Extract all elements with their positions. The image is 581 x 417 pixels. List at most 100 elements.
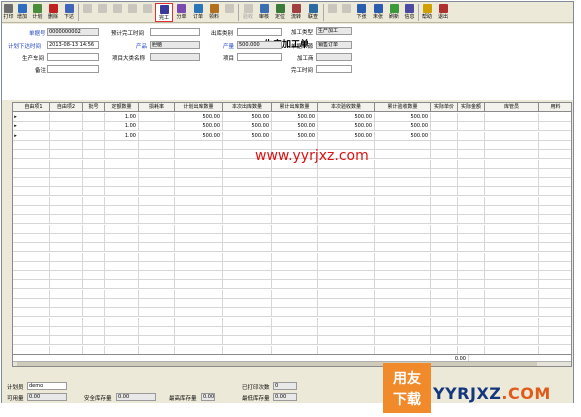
table-cell[interactable] (18, 271, 50, 281)
table-cell[interactable] (223, 308, 272, 318)
toolbar-inspect-button[interactable]: 验收 (240, 3, 256, 22)
table-cell[interactable] (318, 261, 375, 271)
table-cell[interactable] (139, 252, 175, 262)
table-cell[interactable] (139, 299, 175, 308)
table-cell[interactable] (50, 113, 83, 122)
table-cell[interactable] (539, 234, 571, 243)
table-cell[interactable] (139, 326, 175, 336)
table-cell[interactable] (223, 196, 272, 206)
table-cell[interactable] (431, 261, 458, 271)
table-cell[interactable] (223, 336, 272, 346)
table-cell[interactable] (485, 196, 539, 206)
table-cell[interactable] (485, 261, 539, 271)
table-cell[interactable] (105, 299, 139, 308)
toolbar-split-button[interactable]: 分单 (173, 3, 190, 22)
table-cell[interactable] (272, 206, 318, 215)
table-cell[interactable] (175, 224, 223, 234)
table-cell[interactable] (485, 271, 539, 281)
table-row[interactable] (13, 336, 571, 346)
product-field[interactable]: 胆脑 (150, 41, 200, 49)
toolbar-b9-button[interactable] (125, 3, 140, 22)
table-cell[interactable]: 500.00 (175, 122, 223, 132)
table-cell[interactable] (175, 196, 223, 206)
column-header[interactable]: 批号 (83, 103, 105, 112)
table-row[interactable] (13, 224, 571, 234)
table-cell[interactable] (485, 187, 539, 197)
table-cell[interactable] (318, 289, 375, 299)
workshop-field[interactable] (47, 53, 99, 61)
column-header[interactable]: 自由项1 (18, 103, 50, 112)
table-row[interactable] (13, 289, 571, 299)
horizontal-scrollbar[interactable] (13, 361, 571, 366)
table-cell[interactable] (223, 326, 272, 336)
table-cell[interactable] (375, 206, 431, 215)
table-cell[interactable] (83, 289, 105, 299)
table-cell[interactable] (139, 289, 175, 299)
table-cell[interactable] (539, 150, 571, 159)
table-cell[interactable] (50, 140, 83, 150)
table-cell[interactable] (175, 289, 223, 299)
table-row[interactable] (13, 271, 571, 281)
table-cell[interactable] (83, 336, 105, 346)
table-cell[interactable] (175, 326, 223, 336)
table-cell[interactable] (375, 196, 431, 206)
column-header[interactable]: 损耗率 (139, 103, 175, 112)
toolbar-prev-button[interactable] (339, 3, 353, 22)
table-cell[interactable] (431, 289, 458, 299)
table-row[interactable] (13, 261, 571, 271)
table-cell[interactable] (458, 196, 485, 206)
table-cell[interactable] (139, 233, 175, 243)
table-cell[interactable] (223, 261, 272, 271)
table-cell[interactable] (458, 168, 485, 178)
table-cell[interactable]: 500.00 (175, 131, 223, 141)
table-cell[interactable] (318, 215, 375, 225)
table-cell[interactable] (375, 150, 431, 160)
table-cell[interactable] (458, 187, 485, 197)
table-cell[interactable] (18, 326, 50, 336)
table-cell[interactable] (18, 224, 50, 234)
table-cell[interactable] (539, 206, 571, 215)
table-cell[interactable] (539, 327, 571, 336)
table-cell[interactable] (485, 159, 539, 169)
table-cell[interactable] (50, 150, 83, 160)
table-cell[interactable] (431, 299, 458, 308)
table-cell[interactable] (485, 206, 539, 215)
toolbar-help-button[interactable]: 帮助 (419, 3, 435, 22)
table-row[interactable]: ▸ 1.00 500.00 500.00 500.00 500.00 500.00 (13, 122, 571, 132)
table-cell[interactable] (105, 150, 139, 160)
toolbar-print-button[interactable]: 打印 (3, 3, 14, 22)
table-cell[interactable] (539, 280, 571, 289)
table-cell[interactable] (318, 271, 375, 281)
column-header[interactable]: 累计出库数量 (272, 103, 318, 112)
toolbar-exit-button[interactable]: 退出 (435, 3, 451, 22)
table-cell[interactable] (83, 271, 105, 281)
table-cell[interactable] (139, 187, 175, 197)
table-cell[interactable] (139, 215, 175, 225)
table-cell[interactable] (18, 150, 50, 160)
table-cell[interactable] (223, 215, 272, 225)
table-cell[interactable] (272, 271, 318, 281)
table-cell[interactable] (539, 122, 571, 131)
table-cell[interactable] (318, 280, 375, 290)
table-cell[interactable] (375, 289, 431, 299)
toolbar-delete-button[interactable]: 删除 (45, 3, 61, 22)
table-cell[interactable] (175, 159, 223, 169)
table-cell[interactable] (458, 113, 485, 122)
table-cell[interactable] (18, 252, 50, 262)
table-cell[interactable] (539, 253, 571, 262)
table-cell[interactable] (50, 252, 83, 262)
table-cell[interactable] (175, 280, 223, 290)
table-cell[interactable] (139, 140, 175, 150)
table-cell[interactable] (50, 261, 83, 271)
table-cell[interactable] (375, 326, 431, 336)
table-cell[interactable] (223, 299, 272, 308)
table-row[interactable] (13, 326, 571, 336)
toolbar-first-button[interactable] (325, 3, 339, 22)
table-cell[interactable] (485, 168, 539, 178)
table-cell[interactable] (458, 289, 485, 299)
toolbar-refresh-button[interactable]: 刷新 (386, 3, 402, 22)
table-cell[interactable] (485, 336, 539, 346)
toolbar-info-button[interactable]: 信息 (402, 3, 417, 22)
table-cell[interactable] (318, 317, 375, 327)
table-cell[interactable] (18, 113, 50, 122)
